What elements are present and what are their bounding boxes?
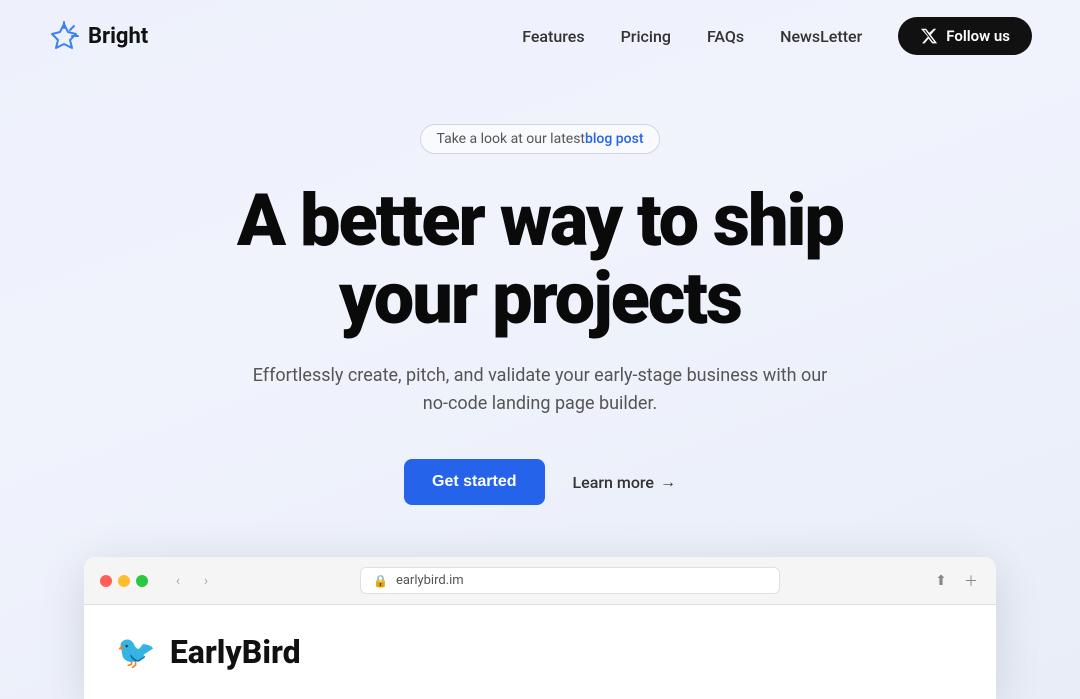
hero-section: Take a look at our latest blog post A be… xyxy=(0,72,1080,699)
hero-title: A better way to ship your projects xyxy=(237,182,843,338)
maximize-dot[interactable] xyxy=(136,575,148,587)
hero-subtitle: Effortlessly create, pitch, and validate… xyxy=(250,362,830,420)
address-bar[interactable]: 🔒 earlybird.im xyxy=(360,567,780,594)
badge-link[interactable]: blog post xyxy=(585,131,643,147)
get-started-button[interactable]: Get started xyxy=(404,459,544,505)
logo-link[interactable]: Bright xyxy=(48,20,148,52)
close-dot[interactable] xyxy=(100,575,112,587)
navbar: Bright Features Pricing FAQs NewsLetter … xyxy=(0,0,1080,72)
earlybird-title: EarlyBird xyxy=(170,633,301,671)
blog-badge: Take a look at our latest blog post xyxy=(420,124,661,154)
new-tab-icon[interactable]: ＋ xyxy=(962,572,980,590)
logo-text: Bright xyxy=(88,24,148,49)
earlybird-emoji: 🐦 xyxy=(116,633,156,671)
follow-us-button[interactable]: Follow us xyxy=(898,17,1032,55)
badge-text: Take a look at our latest xyxy=(437,131,586,147)
lock-icon: 🔒 xyxy=(373,574,388,588)
learn-more-arrow: → xyxy=(660,472,676,492)
share-icon[interactable]: ⬆ xyxy=(932,572,950,590)
nav-item-features[interactable]: Features xyxy=(522,27,584,46)
browser-action-icons: ⬆ ＋ xyxy=(932,572,980,590)
hero-actions: Get started Learn more → xyxy=(404,459,676,505)
logo-icon xyxy=(48,20,80,52)
learn-more-text: Learn more xyxy=(573,473,654,492)
nav-item-faqs[interactable]: FAQs xyxy=(707,27,744,46)
learn-more-link[interactable]: Learn more → xyxy=(573,472,676,492)
back-button[interactable]: ‹ xyxy=(168,571,188,591)
hero-title-line2: your projects xyxy=(339,256,741,341)
forward-button[interactable]: › xyxy=(196,571,216,591)
browser-content: 🐦 EarlyBird xyxy=(84,605,996,699)
hero-title-line1: A better way to ship xyxy=(237,178,843,263)
minimize-dot[interactable] xyxy=(118,575,130,587)
url-text: earlybird.im xyxy=(396,573,464,588)
browser-mockup: ‹ › 🔒 earlybird.im ⬆ ＋ 🐦 EarlyBird xyxy=(84,557,996,699)
follow-btn-label: Follow us xyxy=(946,27,1010,45)
browser-nav-buttons: ‹ › xyxy=(168,571,216,591)
nav-item-newsletter[interactable]: NewsLetter xyxy=(780,27,862,46)
nav-item-pricing[interactable]: Pricing xyxy=(621,27,671,46)
nav-links: Features Pricing FAQs NewsLetter Follow … xyxy=(522,17,1032,55)
traffic-lights xyxy=(100,575,148,587)
x-twitter-icon xyxy=(920,27,938,45)
browser-toolbar: ‹ › 🔒 earlybird.im ⬆ ＋ xyxy=(84,557,996,605)
